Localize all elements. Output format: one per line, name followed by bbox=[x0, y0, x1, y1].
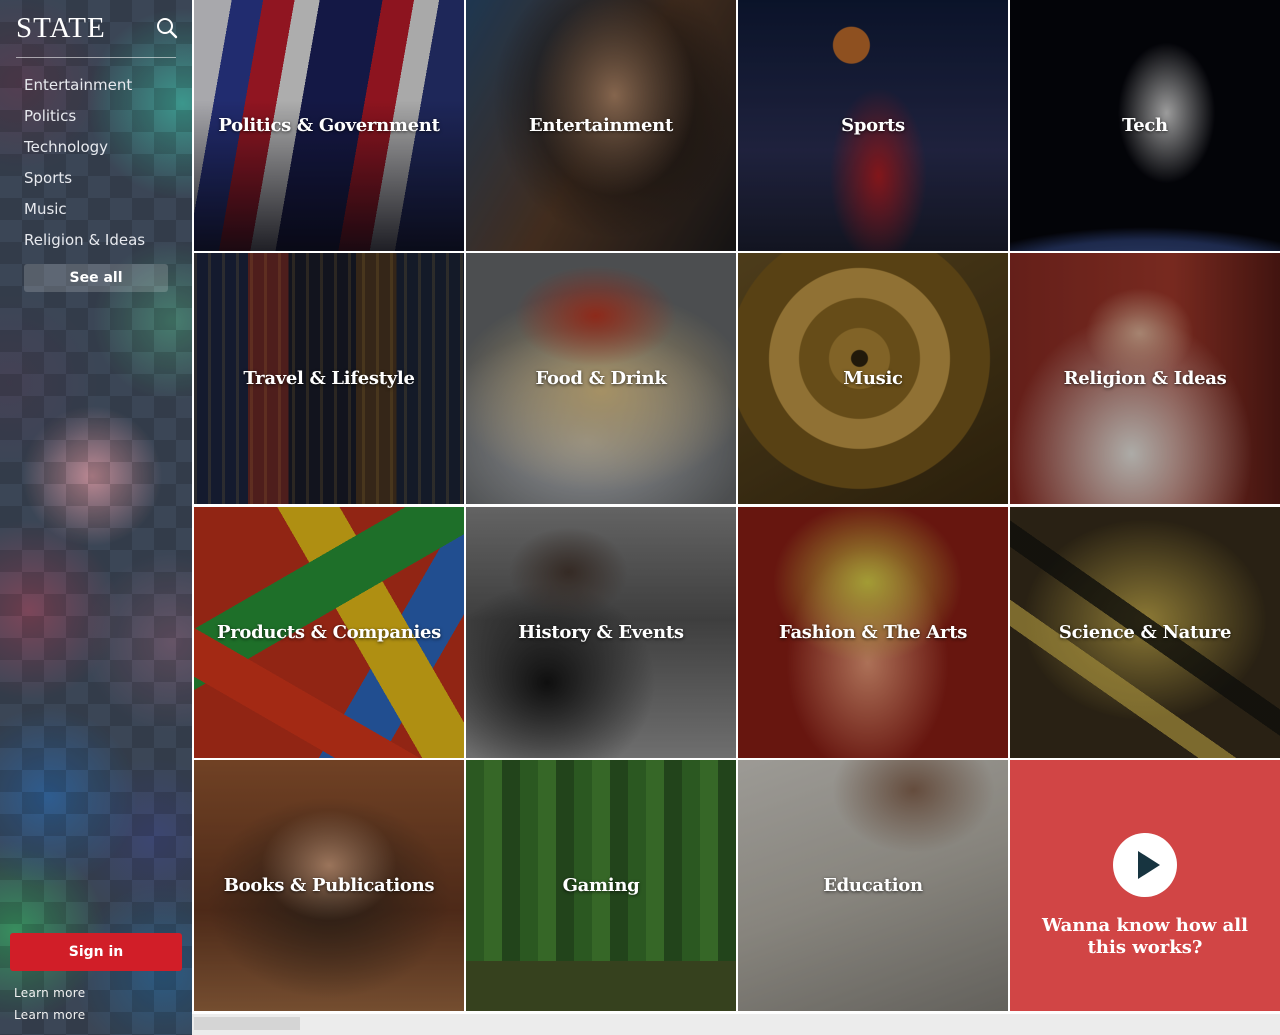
tile-label: Entertainment bbox=[529, 115, 673, 136]
nav-item-sports[interactable]: Sports bbox=[24, 165, 145, 196]
learn-more-link[interactable]: Learn more bbox=[14, 986, 85, 1000]
tile-label: Music bbox=[843, 368, 903, 389]
tile-food-drink[interactable]: Food & Drink bbox=[466, 253, 736, 504]
nav-item-entertainment[interactable]: Entertainment bbox=[24, 72, 145, 103]
tile-entertainment[interactable]: Entertainment bbox=[466, 0, 736, 251]
tile-label: Politics & Government bbox=[218, 115, 440, 136]
tile-fashion-arts[interactable]: Fashion & The Arts bbox=[738, 507, 1008, 758]
tile-label: Books & Publications bbox=[223, 875, 435, 896]
tile-science-nature[interactable]: Science & Nature bbox=[1010, 507, 1280, 758]
tile-label: Science & Nature bbox=[1058, 622, 1232, 643]
category-grid: Politics & Government Entertainment Spor… bbox=[192, 0, 1280, 1014]
tile-label: Food & Drink bbox=[535, 368, 667, 389]
tile-label: Products & Companies bbox=[216, 622, 442, 643]
learn-more-link-secondary[interactable]: Learn more bbox=[14, 1008, 85, 1022]
scrollbar-thumb[interactable] bbox=[194, 1017, 300, 1030]
video-prompt: Wanna know how all this works? bbox=[1042, 914, 1248, 958]
see-all-button[interactable]: See all bbox=[24, 264, 168, 292]
search-icon[interactable] bbox=[154, 15, 180, 41]
tile-music[interactable]: Music bbox=[738, 253, 1008, 504]
nav-item-technology[interactable]: Technology bbox=[24, 134, 145, 165]
tile-religion-ideas[interactable]: Religion & Ideas bbox=[1010, 253, 1280, 504]
tile-travel-lifestyle[interactable]: Travel & Lifestyle bbox=[194, 253, 464, 504]
tile-label: Fashion & The Arts bbox=[778, 622, 968, 643]
tile-label: Religion & Ideas bbox=[1063, 368, 1227, 389]
nav-item-politics[interactable]: Politics bbox=[24, 103, 145, 134]
tile-sports[interactable]: Sports bbox=[738, 0, 1008, 251]
nav-item-religion-ideas[interactable]: Religion & Ideas bbox=[24, 227, 145, 258]
tile-label: Sports bbox=[841, 115, 905, 136]
state-logo[interactable]: STATE bbox=[16, 12, 106, 44]
tile-education[interactable]: Education bbox=[738, 760, 1008, 1011]
tile-label: Gaming bbox=[562, 875, 640, 896]
play-triangle bbox=[1138, 850, 1160, 879]
tile-politics-government[interactable]: Politics & Government bbox=[194, 0, 464, 251]
sign-in-button[interactable]: Sign in bbox=[10, 933, 182, 971]
tile-label: Education bbox=[823, 875, 923, 896]
horizontal-scrollbar[interactable] bbox=[192, 1014, 1280, 1035]
tile-label: Travel & Lifestyle bbox=[243, 368, 415, 389]
tile-label: History & Events bbox=[518, 622, 684, 643]
tile-books-publications[interactable]: Books & Publications bbox=[194, 760, 464, 1011]
how-it-works-video-tile[interactable]: Wanna know how all this works? bbox=[1010, 760, 1280, 1011]
logo-divider bbox=[16, 57, 176, 58]
sidebar: STATE Entertainment Politics Technology … bbox=[0, 0, 192, 1035]
tile-products-companies[interactable]: Products & Companies bbox=[194, 507, 464, 758]
nav-item-music[interactable]: Music bbox=[24, 196, 145, 227]
tile-gaming[interactable]: Gaming bbox=[466, 760, 736, 1011]
tile-history-events[interactable]: History & Events bbox=[466, 507, 736, 758]
play-icon[interactable] bbox=[1113, 832, 1177, 897]
category-nav: Entertainment Politics Technology Sports… bbox=[24, 72, 145, 258]
tile-tech[interactable]: Tech bbox=[1010, 0, 1280, 251]
tile-label: Tech bbox=[1122, 115, 1168, 136]
